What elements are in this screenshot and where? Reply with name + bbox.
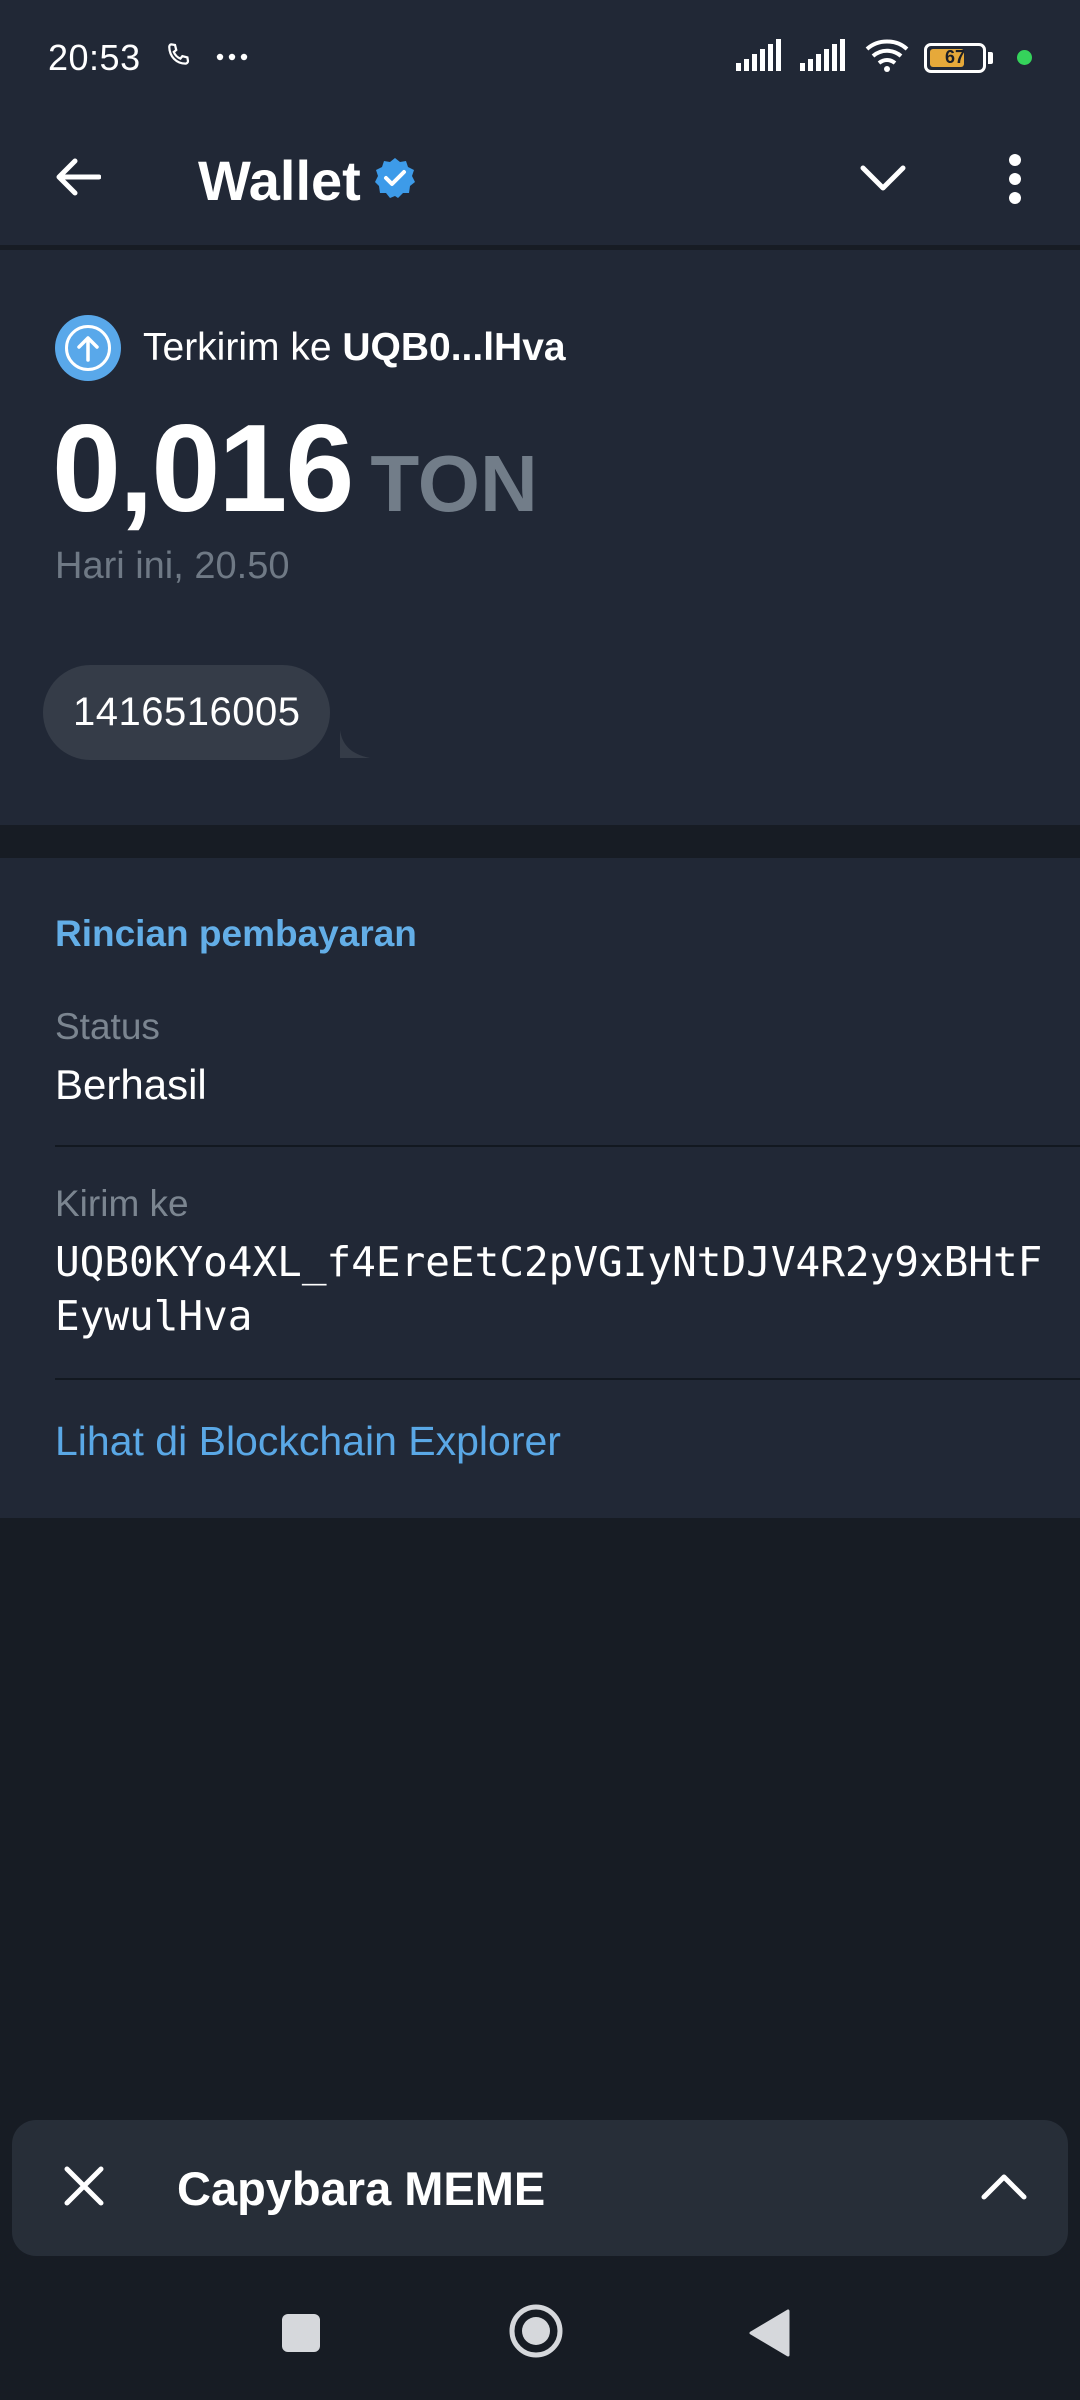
details-title: Rincian pembayaran [55, 913, 417, 954]
page-title: Wallet [198, 115, 417, 245]
chevron-down-icon [860, 165, 906, 198]
recipient-short-address[interactable]: UQB0...lHva [342, 326, 565, 369]
transaction-label: Terkirim ke UQB0...lHva [143, 326, 566, 370]
chevron-up-icon [981, 2172, 1027, 2205]
divider [55, 1145, 1080, 1147]
amount-row: 0,016 TON [52, 398, 538, 540]
status-value: Berhasil [55, 1061, 207, 1108]
bubble-tail [340, 730, 370, 758]
transaction-direction: Terkirim ke [143, 326, 332, 369]
status-label: Status [55, 1006, 160, 1047]
back-icon[interactable] [748, 2308, 792, 2358]
status-dot [1017, 50, 1032, 65]
comment-bubble: 1416516005 [43, 665, 331, 760]
battery-level: 67 [944, 47, 966, 67]
status-bar: 20:53 67 [0, 0, 1080, 115]
verified-badge-icon [373, 156, 417, 205]
more-options-button[interactable] [985, 145, 1045, 217]
arrow-up-icon [55, 315, 121, 381]
battery-icon: 67 [924, 42, 986, 73]
transaction-card: Terkirim ke UQB0...lHva 0,016 TON Hari i… [0, 250, 1080, 825]
chevron-down-button[interactable] [850, 151, 916, 211]
transaction-currency: TON [370, 439, 538, 528]
status-time: 20:53 [48, 36, 141, 78]
mini-app-bar[interactable]: Capybara MEME [12, 2120, 1068, 2256]
back-button[interactable] [48, 149, 108, 209]
close-icon [63, 2165, 105, 2212]
comment-text: 1416516005 [73, 690, 301, 734]
wifi-icon [864, 37, 910, 78]
mini-app-title: Capybara MEME [177, 2161, 546, 2215]
more-dots-icon [215, 49, 249, 67]
transaction-recipient-line: Terkirim ke UQB0...lHva [55, 315, 566, 381]
transaction-date: Hari ini, 20.50 [55, 545, 290, 587]
app-header: Wallet [0, 115, 1080, 245]
header-title-text: Wallet [198, 148, 361, 212]
more-vertical-icon [1008, 153, 1022, 209]
signal-icon [736, 39, 786, 76]
blockchain-explorer-link[interactable]: Lihat di Blockchain Explorer [55, 1418, 561, 1465]
recents-icon[interactable] [282, 2314, 320, 2352]
close-button[interactable] [54, 2158, 114, 2218]
back-arrow-icon [55, 157, 102, 202]
recipient-address[interactable]: UQB0KYo4XL_f4EreEtC2pVGIyNtDJV4R2y9xBHtF… [55, 1235, 1055, 1343]
home-icon[interactable] [508, 2303, 564, 2359]
battery-tip [988, 51, 993, 64]
phone-icon [163, 40, 193, 75]
recipient-label: Kirim ke [55, 1183, 189, 1224]
status-right-icons: 67 [736, 37, 1032, 78]
payment-details-card: Rincian pembayaran Status Berhasil Kirim… [0, 858, 1080, 1518]
transaction-amount: 0,016 [52, 400, 354, 538]
system-nav-bar [0, 2270, 1080, 2400]
divider [55, 1378, 1080, 1380]
status-left-icons [163, 40, 249, 75]
expand-button[interactable] [972, 2158, 1036, 2218]
signal-icon [800, 39, 850, 76]
